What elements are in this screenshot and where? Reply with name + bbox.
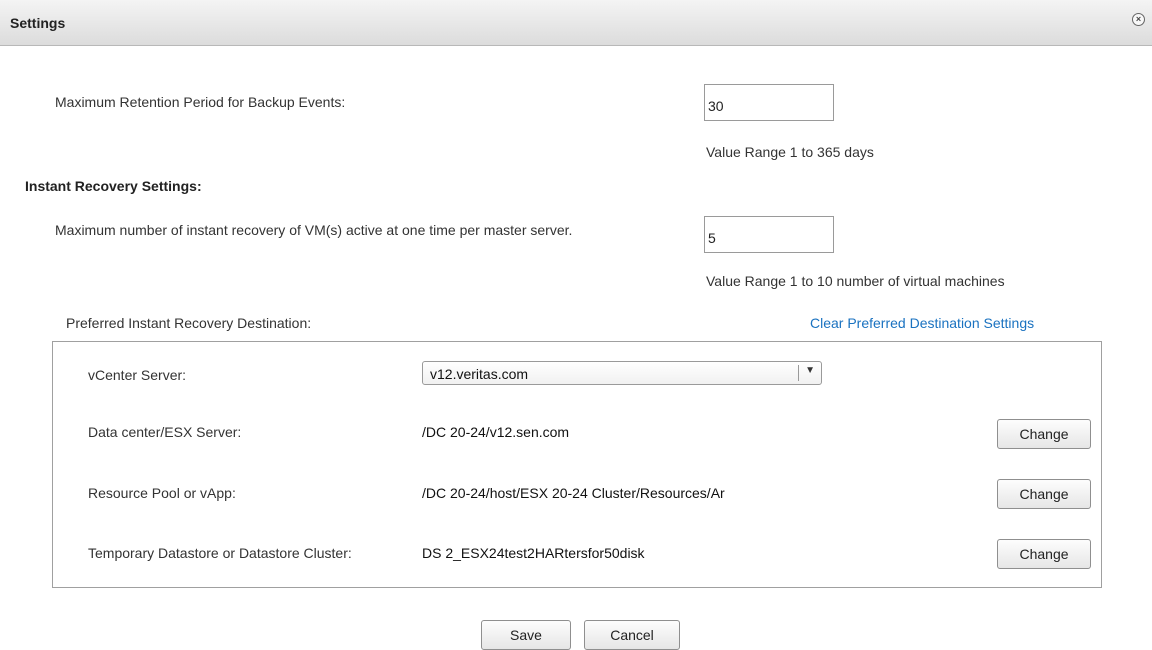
vcenter-select-value: v12.veritas.com — [430, 366, 529, 382]
cancel-button[interactable]: Cancel — [584, 620, 680, 650]
select-divider — [798, 365, 799, 381]
dialog-title: Settings — [10, 15, 66, 31]
change-datastore-button[interactable]: Change — [997, 539, 1091, 569]
vcenter-label: vCenter Server: — [88, 367, 187, 383]
clear-destination-link[interactable]: Clear Preferred Destination Settings — [810, 315, 1034, 331]
instant-recovery-heading: Instant Recovery Settings: — [25, 178, 202, 194]
destination-panel: vCenter Server: v12.veritas.com ▼ Data c… — [52, 341, 1102, 588]
close-icon[interactable]: × — [1132, 13, 1145, 26]
save-button[interactable]: Save — [481, 620, 571, 650]
datastore-label: Temporary Datastore or Datastore Cluster… — [88, 545, 352, 561]
preferred-destination-label: Preferred Instant Recovery Destination: — [66, 315, 312, 331]
change-resource-pool-button[interactable]: Change — [997, 479, 1091, 509]
resource-pool-label: Resource Pool or vApp: — [88, 485, 236, 501]
retention-input[interactable] — [704, 84, 834, 121]
settings-dialog: Settings × Maximum Retention Period for … — [0, 0, 1152, 650]
dialog-titlebar: Settings × — [0, 0, 1152, 46]
datastore-value: DS 2_ESX24test2HARtersfor50disk — [422, 545, 645, 561]
chevron-down-icon[interactable]: ▼ — [805, 365, 815, 376]
resource-pool-value: /DC 20-24/host/ESX 20-24 Cluster/Resourc… — [422, 485, 725, 501]
retention-label: Maximum Retention Period for Backup Even… — [55, 94, 346, 110]
retention-hint: Value Range 1 to 365 days — [706, 144, 874, 160]
vcenter-select[interactable]: v12.veritas.com ▼ — [422, 361, 822, 385]
datacenter-label: Data center/ESX Server: — [88, 424, 242, 440]
max-instant-recovery-input[interactable] — [704, 216, 834, 253]
datacenter-value: /DC 20-24/v12.sen.com — [422, 424, 570, 440]
max-instant-recovery-label: Maximum number of instant recovery of VM… — [55, 222, 573, 238]
change-datacenter-button[interactable]: Change — [997, 419, 1091, 449]
max-instant-recovery-hint: Value Range 1 to 10 number of virtual ma… — [706, 273, 1005, 289]
